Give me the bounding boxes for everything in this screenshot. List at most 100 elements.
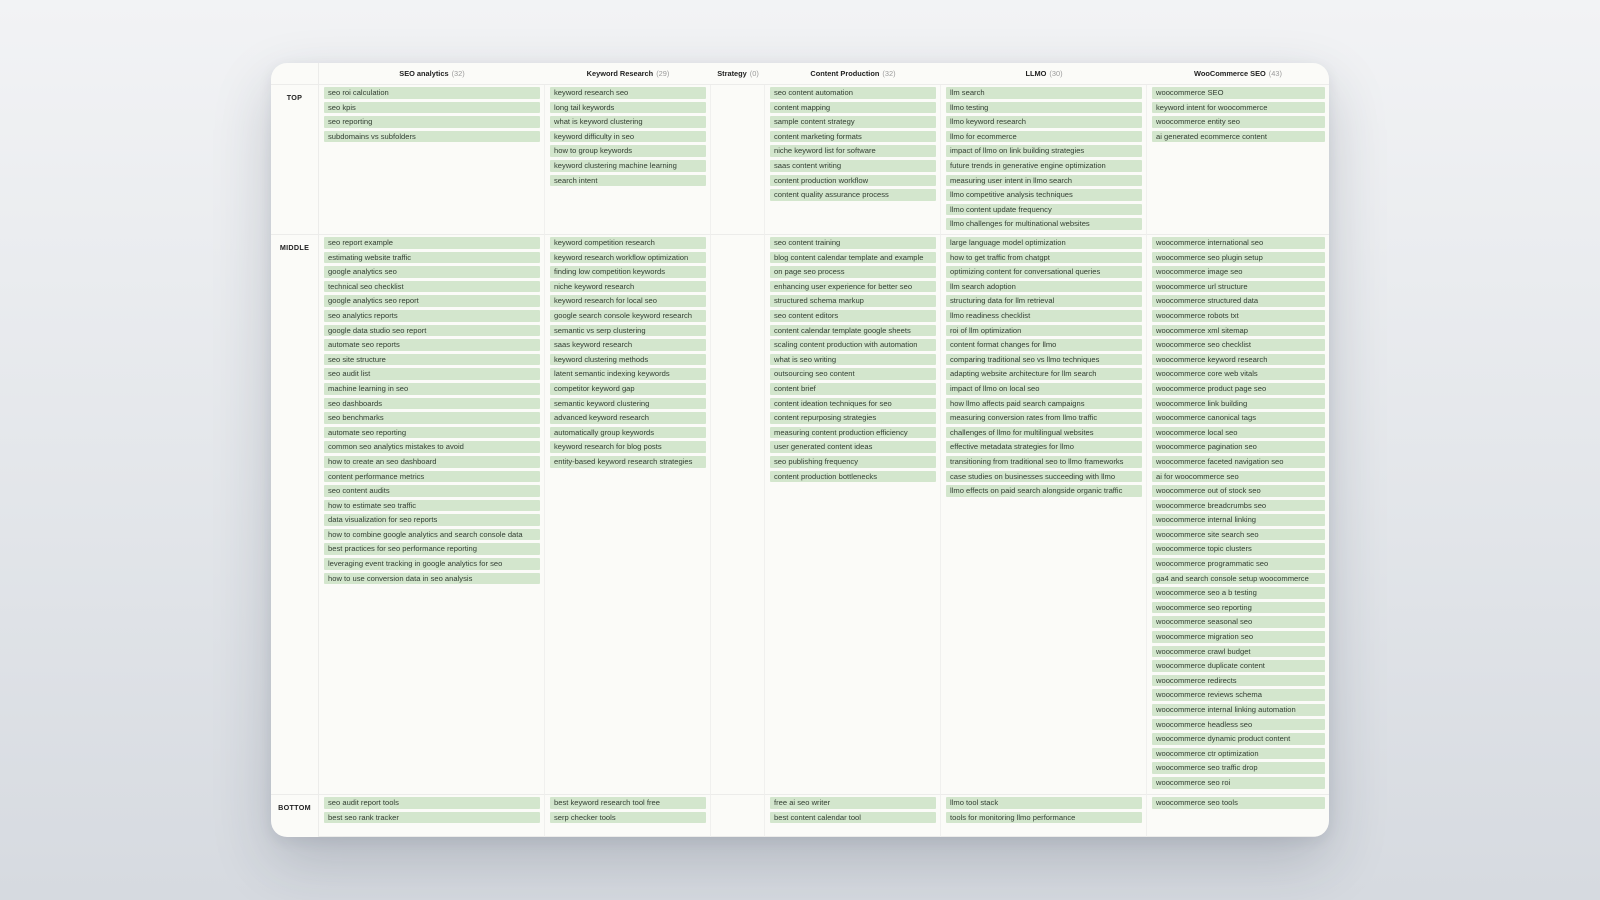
- keyword-chip[interactable]: keyword clustering machine learning: [550, 159, 706, 172]
- keyword-chip[interactable]: seo content editors: [770, 309, 936, 322]
- keyword-chip[interactable]: how to use conversion data in seo analys…: [324, 572, 540, 585]
- keyword-chip[interactable]: woocommerce SEO: [1152, 87, 1325, 99]
- keyword-chip[interactable]: woocommerce seo roi: [1152, 776, 1325, 789]
- keyword-chip[interactable]: adapting website architecture for llm se…: [946, 368, 1142, 380]
- keyword-chip[interactable]: automate seo reporting: [324, 426, 540, 439]
- keyword-chip[interactable]: woocommerce seo traffic drop: [1152, 762, 1325, 774]
- keyword-chip[interactable]: seo content training: [770, 237, 936, 249]
- keyword-chip[interactable]: how to group keywords: [550, 145, 706, 157]
- keyword-chip[interactable]: entity-based keyword research strategies: [550, 455, 706, 468]
- keyword-chip[interactable]: tools for monitoring llmo performance: [946, 811, 1142, 824]
- keyword-chip[interactable]: woocommerce seo tools: [1152, 797, 1325, 809]
- keyword-chip[interactable]: seo roi calculation: [324, 87, 540, 99]
- keyword-chip[interactable]: search intent: [550, 174, 706, 187]
- keyword-chip[interactable]: content production bottlenecks: [770, 470, 936, 483]
- column-header-content-production[interactable]: Content Production (32): [765, 63, 941, 85]
- keyword-chip[interactable]: content performance metrics: [324, 470, 540, 483]
- keyword-chip[interactable]: woocommerce link building: [1152, 397, 1325, 410]
- keyword-chip[interactable]: how to create an seo dashboard: [324, 455, 540, 468]
- keyword-chip[interactable]: llmo content update frequency: [946, 203, 1142, 216]
- column-header-keyword-research[interactable]: Keyword Research (29): [545, 63, 711, 85]
- keyword-chip[interactable]: google search console keyword research: [550, 309, 706, 322]
- keyword-chip[interactable]: niche keyword research: [550, 280, 706, 293]
- keyword-chip[interactable]: content production workflow: [770, 174, 936, 187]
- keyword-chip[interactable]: roi of llm optimization: [946, 324, 1142, 337]
- keyword-chip[interactable]: woocommerce internal linking: [1152, 514, 1325, 526]
- keyword-chip[interactable]: seo content audits: [324, 485, 540, 497]
- keyword-chip[interactable]: woocommerce faceted navigation seo: [1152, 455, 1325, 468]
- keyword-chip[interactable]: woocommerce international seo: [1152, 237, 1325, 249]
- keyword-chip[interactable]: challenges of llmo for multilingual webs…: [946, 426, 1142, 439]
- keyword-chip[interactable]: content ideation techniques for seo: [770, 397, 936, 410]
- keyword-chip[interactable]: free ai seo writer: [770, 797, 936, 809]
- column-header-seo-analytics[interactable]: SEO analytics (32): [319, 63, 545, 85]
- keyword-chip[interactable]: enhancing user experience for better seo: [770, 280, 936, 293]
- keyword-chip[interactable]: woocommerce duplicate content: [1152, 660, 1325, 672]
- keyword-chip[interactable]: woocommerce structured data: [1152, 295, 1325, 307]
- keyword-chip[interactable]: woocommerce seo a b testing: [1152, 587, 1325, 599]
- keyword-chip[interactable]: effective metadata strategies for llmo: [946, 441, 1142, 453]
- keyword-chip[interactable]: keyword intent for woocommerce: [1152, 101, 1325, 114]
- keyword-chip[interactable]: saas content writing: [770, 159, 936, 172]
- keyword-chip[interactable]: how to get traffic from chatgpt: [946, 251, 1142, 264]
- keyword-chip[interactable]: content mapping: [770, 101, 936, 114]
- keyword-chip[interactable]: measuring user intent in llmo search: [946, 174, 1142, 187]
- keyword-chip[interactable]: woocommerce seo reporting: [1152, 601, 1325, 614]
- keyword-chip[interactable]: woocommerce entity seo: [1152, 116, 1325, 128]
- keyword-chip[interactable]: on page seo process: [770, 266, 936, 278]
- keyword-chip[interactable]: blog content calendar template and examp…: [770, 251, 936, 264]
- keyword-chip[interactable]: transitioning from traditional seo to ll…: [946, 455, 1142, 468]
- keyword-chip[interactable]: automatically group keywords: [550, 426, 706, 439]
- keyword-chip[interactable]: serp checker tools: [550, 811, 706, 824]
- keyword-chip[interactable]: large language model optimization: [946, 237, 1142, 249]
- keyword-chip[interactable]: woocommerce site search seo: [1152, 528, 1325, 541]
- keyword-chip[interactable]: what is seo writing: [770, 353, 936, 366]
- keyword-chip[interactable]: keyword research seo: [550, 87, 706, 99]
- keyword-chip[interactable]: what is keyword clustering: [550, 116, 706, 128]
- keyword-chip[interactable]: structuring data for llm retrieval: [946, 295, 1142, 307]
- keyword-chip[interactable]: seo dashboards: [324, 397, 540, 410]
- keyword-chip[interactable]: keyword clustering methods: [550, 353, 706, 366]
- keyword-chip[interactable]: keyword research for local seo: [550, 295, 706, 307]
- keyword-chip[interactable]: machine learning in seo: [324, 382, 540, 395]
- keyword-chip[interactable]: woocommerce pagination seo: [1152, 441, 1325, 453]
- keyword-chip[interactable]: ai generated ecommerce content: [1152, 130, 1325, 143]
- keyword-chip[interactable]: woocommerce migration seo: [1152, 631, 1325, 643]
- keyword-chip[interactable]: google analytics seo: [324, 266, 540, 278]
- keyword-chip[interactable]: llmo competitive analysis techniques: [946, 189, 1142, 201]
- keyword-chip[interactable]: impact of llmo on local seo: [946, 382, 1142, 395]
- keyword-chip[interactable]: woocommerce topic clusters: [1152, 543, 1325, 556]
- keyword-chip[interactable]: seo content automation: [770, 87, 936, 99]
- keyword-chip[interactable]: woocommerce redirects: [1152, 674, 1325, 687]
- column-header-strategy[interactable]: Strategy (0): [711, 63, 765, 85]
- keyword-chip[interactable]: data visualization for seo reports: [324, 514, 540, 526]
- keyword-chip[interactable]: seo report example: [324, 237, 540, 249]
- keyword-chip[interactable]: niche keyword list for software: [770, 145, 936, 157]
- keyword-chip[interactable]: seo site structure: [324, 353, 540, 366]
- keyword-chip[interactable]: woocommerce canonical tags: [1152, 412, 1325, 424]
- keyword-chip[interactable]: user generated content ideas: [770, 441, 936, 453]
- keyword-chip[interactable]: common seo analytics mistakes to avoid: [324, 441, 540, 453]
- keyword-chip[interactable]: woocommerce local seo: [1152, 426, 1325, 439]
- keyword-chip[interactable]: woocommerce ctr optimization: [1152, 747, 1325, 760]
- keyword-chip[interactable]: case studies on businesses succeeding wi…: [946, 470, 1142, 483]
- column-header-woocommerce-seo[interactable]: WooCommerce SEO (43): [1147, 63, 1329, 85]
- keyword-chip[interactable]: ga4 and search console setup woocommerce: [1152, 572, 1325, 585]
- keyword-chip[interactable]: google data studio seo report: [324, 324, 540, 337]
- keyword-chip[interactable]: woocommerce crawl budget: [1152, 645, 1325, 658]
- keyword-chip[interactable]: structured schema markup: [770, 295, 936, 307]
- keyword-chip[interactable]: seo kpis: [324, 101, 540, 114]
- keyword-chip[interactable]: ai for woocommerce seo: [1152, 470, 1325, 483]
- keyword-chip[interactable]: semantic keyword clustering: [550, 397, 706, 410]
- keyword-chip[interactable]: advanced keyword research: [550, 412, 706, 424]
- keyword-chip[interactable]: google analytics seo report: [324, 295, 540, 307]
- keyword-chip[interactable]: keyword research for blog posts: [550, 441, 706, 453]
- keyword-chip[interactable]: llmo testing: [946, 101, 1142, 114]
- keyword-chip[interactable]: sample content strategy: [770, 116, 936, 128]
- keyword-chip[interactable]: woocommerce seo plugin setup: [1152, 251, 1325, 264]
- keyword-chip[interactable]: content quality assurance process: [770, 189, 936, 201]
- keyword-chip[interactable]: best content calendar tool: [770, 811, 936, 824]
- keyword-chip[interactable]: woocommerce headless seo: [1152, 718, 1325, 731]
- keyword-chip[interactable]: automate seo reports: [324, 339, 540, 351]
- keyword-chip[interactable]: woocommerce seo checklist: [1152, 339, 1325, 351]
